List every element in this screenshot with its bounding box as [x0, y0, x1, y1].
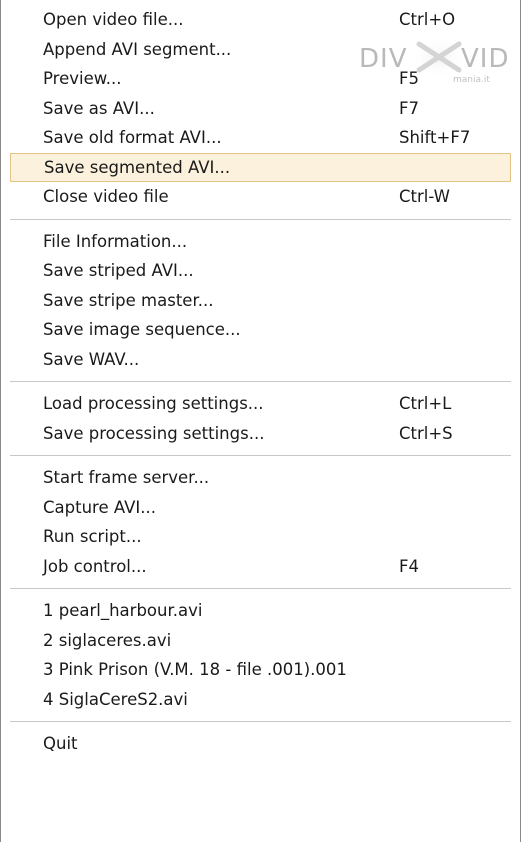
menu-item-label: Start frame server...	[43, 468, 210, 487]
menu-item-label: 3 Pink Prison (V.M. 18 - file .001).001	[43, 660, 347, 679]
menu-item-label: Capture AVI...	[43, 497, 156, 517]
menu-item-label: Save as AVI...	[43, 98, 155, 118]
menu-item-save-as-avi[interactable]: Save as AVI... F7	[10, 94, 511, 124]
menu-item-shortcut: Shift+F7	[399, 128, 471, 147]
menu-item-recent-file[interactable]: 2 siglaceres.avi	[10, 626, 511, 656]
menu-item-label: Save old format AVI...	[43, 128, 222, 147]
menu-item-file-information[interactable]: File Information...	[10, 227, 511, 257]
menu-item-save-striped-avi[interactable]: Save striped AVI...	[10, 256, 511, 286]
menu-item-save-wav[interactable]: Save WAV...	[10, 345, 511, 375]
menu-separator	[10, 218, 511, 220]
menu-item-label: Job control...	[43, 556, 147, 576]
menu-item-recent-file[interactable]: 3 Pink Prison (V.M. 18 - file .001).001	[10, 655, 511, 685]
menu-item-label: Quit	[43, 734, 78, 753]
menu-item-label: Run script...	[43, 527, 142, 546]
menu-item-recent-file[interactable]: 4 SiglaCereS2.avi	[10, 685, 511, 715]
menu-item-preview[interactable]: Preview... F5	[10, 64, 511, 94]
menu-item-load-processing-settings[interactable]: Load processing settings... Ctrl+L	[10, 389, 511, 419]
menu-item-shortcut: Ctrl-W	[399, 187, 450, 206]
menu-item-recent-file[interactable]: 1 pearl_harbour.avi	[10, 596, 511, 626]
menu-item-save-old-format-avi[interactable]: Save old format AVI... Shift+F7	[10, 123, 511, 153]
menu-item-label: Save WAV...	[43, 349, 140, 369]
menu-item-job-control[interactable]: Job control... F4	[10, 552, 511, 582]
menu-item-label: Open video file...	[43, 10, 184, 29]
menu-item-shortcut: Ctrl+O	[399, 10, 456, 29]
menu-separator	[10, 455, 511, 456]
menu-item-label: Save stripe master...	[43, 290, 214, 310]
menu-item-append-avi-segment[interactable]: Append AVI segment...	[10, 35, 511, 65]
menu-item-label: Load processing settings...	[43, 394, 264, 413]
menu-item-label: Preview...	[43, 69, 122, 88]
menu-item-label: Close video file	[43, 187, 169, 206]
menu-item-shortcut: F5	[399, 69, 419, 88]
menu-item-label: File Information...	[43, 231, 188, 251]
menu-item-label: Save striped AVI...	[43, 261, 194, 280]
menu-separator	[10, 588, 511, 589]
menu-item-label: Save segmented AVI...	[44, 157, 231, 177]
menu-item-save-segmented-avi[interactable]: Save segmented AVI...	[10, 152, 511, 182]
menu-item-save-processing-settings[interactable]: Save processing settings... Ctrl+S	[10, 419, 511, 449]
menu-separator	[10, 721, 511, 722]
menu-item-shortcut: Ctrl+S	[399, 423, 453, 443]
menu-item-shortcut: F4	[399, 556, 419, 576]
menu-item-label: Append AVI segment...	[43, 39, 232, 59]
menu-item-label: Save processing settings...	[43, 423, 265, 443]
menu-item-start-frame-server[interactable]: Start frame server...	[10, 463, 511, 493]
menu-item-label: 1 pearl_harbour.avi	[43, 601, 203, 620]
menu-item-shortcut: Ctrl+L	[399, 394, 452, 413]
menu-item-label: 2 siglaceres.avi	[43, 630, 172, 650]
menu-item-capture-avi[interactable]: Capture AVI...	[10, 493, 511, 523]
menu-item-close-video-file[interactable]: Close video file Ctrl-W	[10, 182, 511, 212]
menu-item-save-stripe-master[interactable]: Save stripe master...	[10, 286, 511, 316]
menu-separator	[10, 381, 511, 382]
menu-item-open-video-file[interactable]: Open video file... Ctrl+O	[10, 5, 511, 35]
file-menu: Open video file... Ctrl+O Append AVI seg…	[0, 0, 521, 842]
menu-item-label: Save image sequence...	[43, 320, 241, 339]
menu-item-run-script[interactable]: Run script...	[10, 522, 511, 552]
menu-item-shortcut: F7	[399, 98, 419, 118]
menu-item-quit[interactable]: Quit	[10, 729, 511, 759]
menu-item-save-image-sequence[interactable]: Save image sequence...	[10, 315, 511, 345]
menu-item-label: 4 SiglaCereS2.avi	[43, 689, 188, 709]
